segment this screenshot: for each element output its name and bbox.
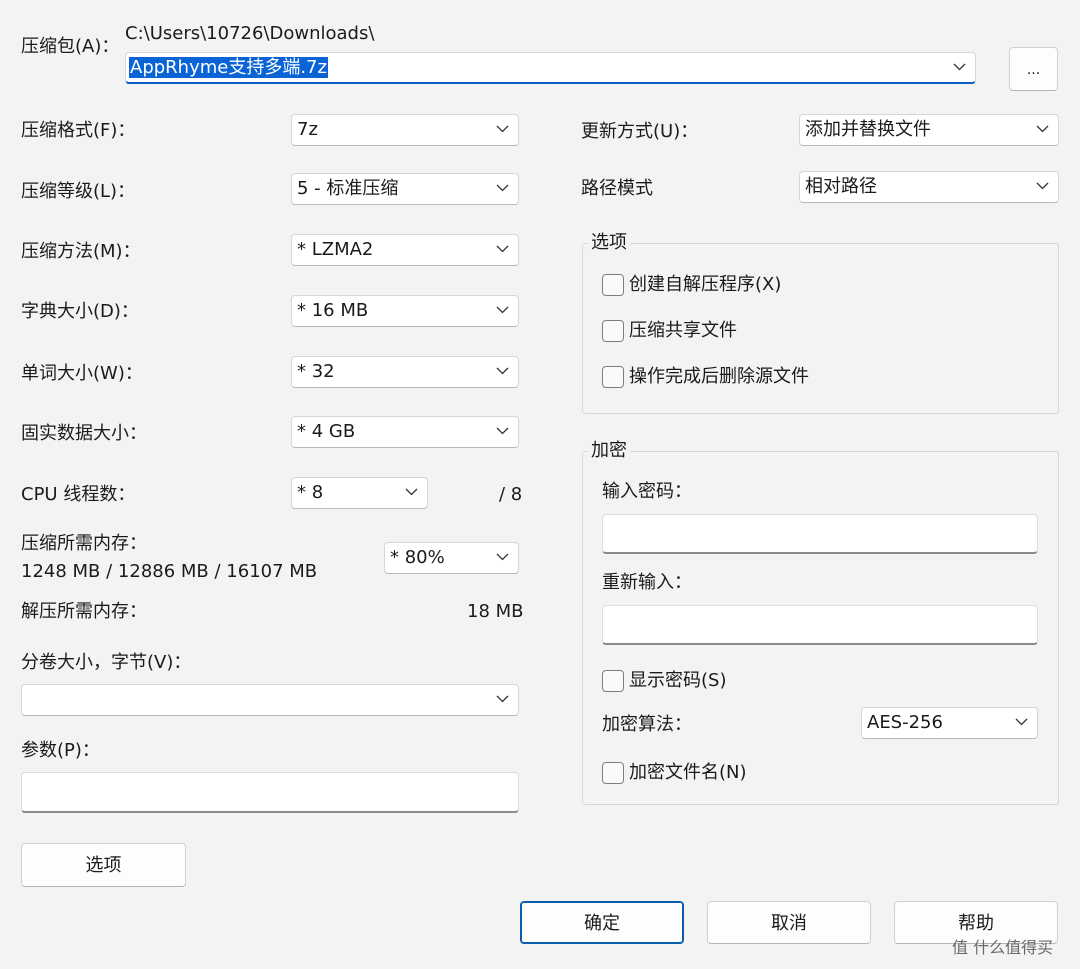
update-label: 更新方式(U)： xyxy=(581,121,699,142)
encryption-group-title: 加密 xyxy=(588,439,630,463)
chevron-down-icon[interactable] xyxy=(496,694,509,704)
dict-value: * 16 MB xyxy=(297,300,369,321)
path-mode-label: 路径模式 xyxy=(581,178,653,199)
encryption-method-value: AES-256 xyxy=(867,712,943,733)
update-combo[interactable]: 添加并替换文件 xyxy=(799,114,1059,146)
chevron-down-icon[interactable] xyxy=(1036,124,1049,134)
mem-label: 压缩所需内存： xyxy=(21,533,147,554)
chevron-down-icon[interactable] xyxy=(496,305,509,315)
cpu-combo[interactable]: * 8 xyxy=(291,477,428,509)
show-password-checkbox[interactable] xyxy=(602,670,624,692)
show-password-label[interactable]: 显示密码(S) xyxy=(629,669,726,693)
word-label: 单词大小(W)： xyxy=(21,363,143,384)
format-label: 压缩格式(F)： xyxy=(21,120,136,141)
level-value: 5 - 标准压缩 xyxy=(297,178,399,199)
encryption-method-combo[interactable]: AES-256 xyxy=(861,707,1038,739)
chevron-down-icon[interactable] xyxy=(496,244,509,254)
options-group-title: 选项 xyxy=(588,231,630,255)
decomp-value: 18 MB xyxy=(467,601,524,622)
cpu-label: CPU 线程数： xyxy=(21,484,136,505)
ok-button[interactable]: 确定 xyxy=(520,901,684,944)
update-value: 添加并替换文件 xyxy=(805,119,931,140)
chevron-down-icon[interactable] xyxy=(496,426,509,436)
archive-combo[interactable]: AppRhyme支持多端.7z xyxy=(125,52,976,84)
chevron-down-icon[interactable] xyxy=(953,62,966,72)
word-combo[interactable]: * 32 xyxy=(291,356,519,388)
encryption-method-label: 加密算法： xyxy=(602,714,692,735)
browse-button[interactable]: ... xyxy=(1009,47,1058,91)
solid-value: * 4 GB xyxy=(297,421,356,442)
split-combo[interactable] xyxy=(21,684,519,716)
sfx-label[interactable]: 创建自解压程序(X) xyxy=(629,273,781,297)
shared-files-label[interactable]: 压缩共享文件 xyxy=(629,319,737,343)
reenter-label: 重新输入： xyxy=(602,572,692,593)
level-label: 压缩等级(L)： xyxy=(21,181,136,202)
cancel-button[interactable]: 取消 xyxy=(707,901,871,944)
mem-percent-value: * 80% xyxy=(390,547,445,568)
params-input[interactable] xyxy=(21,772,519,813)
chevron-down-icon[interactable] xyxy=(496,183,509,193)
format-value: 7z xyxy=(297,119,318,140)
archive-label: 压缩包(A)： xyxy=(21,36,120,57)
delete-source-label[interactable]: 操作完成后删除源文件 xyxy=(629,365,809,389)
password-label: 输入密码： xyxy=(602,481,692,502)
method-label: 压缩方法(M)： xyxy=(21,241,141,262)
path-mode-value: 相对路径 xyxy=(805,176,877,197)
chevron-down-icon[interactable] xyxy=(405,487,418,497)
encrypt-names-label[interactable]: 加密文件名(N) xyxy=(629,761,747,785)
level-combo[interactable]: 5 - 标准压缩 xyxy=(291,173,519,205)
shared-files-checkbox[interactable] xyxy=(602,320,624,342)
mem-percent-combo[interactable]: * 80% xyxy=(384,542,519,574)
mem-values: 1248 MB / 12886 MB / 16107 MB xyxy=(21,561,318,582)
decomp-label: 解压所需内存： xyxy=(21,601,147,622)
reenter-password-input[interactable] xyxy=(602,605,1038,645)
params-label: 参数(P)： xyxy=(21,740,100,761)
chevron-down-icon[interactable] xyxy=(496,366,509,376)
dict-combo[interactable]: * 16 MB xyxy=(291,295,519,327)
archive-filename[interactable]: AppRhyme支持多端.7z xyxy=(129,57,328,78)
sfx-checkbox[interactable] xyxy=(602,274,624,296)
chevron-down-icon[interactable] xyxy=(496,124,509,134)
cpu-value: * 8 xyxy=(297,482,324,503)
path-mode-combo[interactable]: 相对路径 xyxy=(799,171,1059,203)
method-value: * LZMA2 xyxy=(297,239,374,260)
password-input[interactable] xyxy=(602,514,1038,554)
options-button[interactable]: 选项 xyxy=(21,843,186,887)
method-combo[interactable]: * LZMA2 xyxy=(291,234,519,266)
archive-path: C:\Users\10726\Downloads\ xyxy=(125,23,375,44)
solid-label: 固实数据大小： xyxy=(21,423,147,444)
solid-combo[interactable]: * 4 GB xyxy=(291,416,519,448)
compress-dialog: { "archive": { "label": "压缩包(A)：", "path… xyxy=(0,0,1080,969)
dict-label: 字典大小(D)： xyxy=(21,301,139,322)
split-label: 分卷大小，字节(V)： xyxy=(21,652,192,673)
chevron-down-icon[interactable] xyxy=(496,552,509,562)
watermark: 值 什么值得买 xyxy=(952,938,1054,957)
chevron-down-icon[interactable] xyxy=(1015,717,1028,727)
chevron-down-icon[interactable] xyxy=(1036,181,1049,191)
word-value: * 32 xyxy=(297,361,335,382)
format-combo[interactable]: 7z xyxy=(291,114,519,146)
cpu-total: / 8 xyxy=(499,484,523,505)
delete-source-checkbox[interactable] xyxy=(602,366,624,388)
encrypt-names-checkbox[interactable] xyxy=(602,762,624,784)
